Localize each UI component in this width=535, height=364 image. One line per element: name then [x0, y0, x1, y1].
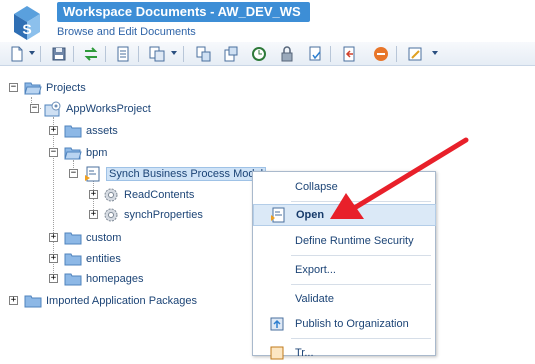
lock-icon[interactable] [278, 45, 296, 63]
tree-node-label: ReadContents [124, 189, 195, 201]
tree-node-appworksproject[interactable]: AppWorksProject [44, 100, 151, 118]
app-header: S Workspace Documents - AW_DEV_WS Browse… [0, 0, 535, 42]
folder-icon [24, 295, 42, 308]
tree-node-assets[interactable]: assets [64, 122, 118, 140]
homepages-expand-toggle[interactable]: + [49, 274, 58, 283]
tree-node-label: Imported Application Packages [46, 295, 198, 307]
edit-dropdown-chevron-icon[interactable] [432, 51, 438, 55]
menu-item-label: Validate [295, 293, 334, 305]
folder-icon [64, 273, 82, 286]
context-menu: Collapse Open Define Runtime Security Ex… [252, 171, 436, 360]
new-document-icon[interactable] [8, 45, 26, 63]
tree-node-projects[interactable]: Projects [24, 79, 86, 97]
menu-item-label: Collapse [295, 181, 338, 193]
projects-collapse-toggle[interactable]: − [9, 83, 18, 92]
menu-item-export[interactable]: Export... [253, 259, 436, 281]
menu-item-collapse[interactable]: Collapse [253, 176, 436, 198]
synch-model-collapse-toggle[interactable]: − [69, 169, 78, 178]
close-document-icon[interactable] [340, 45, 358, 63]
tree-node-label: custom [86, 232, 122, 244]
check-in-icon[interactable] [306, 45, 324, 63]
folder-icon [64, 125, 82, 138]
toolbar-separator [183, 46, 184, 62]
imported-packages-expand-toggle[interactable]: + [9, 296, 18, 305]
tree-node-label: homepages [86, 273, 144, 285]
assets-expand-toggle[interactable]: + [49, 126, 58, 135]
menu-item-open[interactable]: Open [253, 204, 436, 226]
tree-node-label: entities [86, 253, 121, 265]
entities-expand-toggle[interactable]: + [49, 254, 58, 263]
toolbar [0, 42, 535, 66]
gear-icon [104, 208, 118, 222]
synchproperties-expand-toggle[interactable]: + [89, 210, 98, 219]
menu-item-label: Tr... [295, 347, 314, 359]
menu-separator [291, 201, 431, 202]
tree-node-label: bpm [86, 147, 108, 159]
tree-node-homepages[interactable]: homepages [64, 270, 144, 288]
copy-dropdown-chevron-icon[interactable] [171, 51, 177, 55]
properties-icon[interactable] [114, 45, 132, 63]
tree-node-imported-application-packages[interactable]: Imported Application Packages [24, 292, 197, 310]
edit-icon[interactable] [406, 45, 424, 63]
menu-item-label: Open [296, 209, 325, 221]
copy-icon[interactable] [148, 45, 166, 63]
folder-open-icon [24, 82, 42, 95]
readcontents-expand-toggle[interactable]: + [89, 190, 98, 199]
tree-node-label: Synch Business Process Model [106, 167, 267, 181]
svg-text:S: S [22, 21, 31, 37]
toolbar-separator [396, 46, 397, 62]
export-icon[interactable] [222, 45, 240, 63]
translate-icon [270, 346, 284, 360]
menu-separator [291, 338, 431, 339]
menu-item-validate[interactable]: Validate [253, 288, 436, 310]
tree-node-label: assets [86, 125, 118, 137]
menu-item-publish-to-organization[interactable]: Publish to Organization [253, 313, 436, 335]
stop-icon[interactable] [372, 45, 390, 63]
gear-icon [104, 188, 118, 202]
toolbar-separator [138, 46, 139, 62]
menu-item-label: Export... [295, 264, 336, 276]
menu-item-label: Define Runtime Security [295, 235, 414, 247]
tree-node-entities[interactable]: entities [64, 250, 121, 268]
menu-separator [291, 255, 431, 256]
tree-node-custom[interactable]: custom [64, 229, 121, 247]
toolbar-separator [330, 46, 331, 62]
open-document-icon [271, 207, 285, 223]
tree-node-label: Projects [46, 82, 86, 94]
menu-item-label: Publish to Organization [295, 318, 409, 330]
tree-node-label: AppWorksProject [66, 103, 151, 115]
appworksproject-collapse-toggle[interactable]: − [30, 104, 39, 113]
tree-node-synch-business-process-model[interactable]: Synch Business Process Model [84, 165, 267, 183]
menu-item-partial[interactable]: Tr... [253, 342, 436, 364]
sync-icon[interactable] [82, 45, 100, 63]
project-icon [44, 101, 61, 117]
process-model-icon [85, 166, 100, 182]
tree-node-bpm[interactable]: bpm [64, 144, 107, 162]
menu-item-define-runtime-security[interactable]: Define Runtime Security [253, 230, 436, 252]
toolbar-separator [40, 46, 41, 62]
folder-open-icon [64, 147, 82, 160]
window-title: Workspace Documents - AW_DEV_WS [57, 2, 310, 22]
menu-separator [291, 284, 431, 285]
custom-expand-toggle[interactable]: + [49, 233, 58, 242]
import-icon[interactable] [194, 45, 212, 63]
history-icon[interactable] [250, 45, 268, 63]
new-dropdown-chevron-icon[interactable] [29, 51, 35, 55]
tree-node-readcontents[interactable]: ReadContents [102, 186, 194, 204]
toolbar-separator [105, 46, 106, 62]
appworks-logo-icon: S [14, 6, 40, 40]
folder-icon [64, 232, 82, 245]
tree-node-synchproperties[interactable]: synchProperties [102, 206, 203, 224]
window-subtitle: Browse and Edit Documents [57, 26, 196, 38]
folder-icon [64, 253, 82, 266]
save-icon[interactable] [50, 45, 68, 63]
publish-icon [270, 317, 284, 331]
tree-node-label: synchProperties [124, 209, 203, 221]
bpm-collapse-toggle[interactable]: − [49, 148, 58, 157]
toolbar-separator [73, 46, 74, 62]
